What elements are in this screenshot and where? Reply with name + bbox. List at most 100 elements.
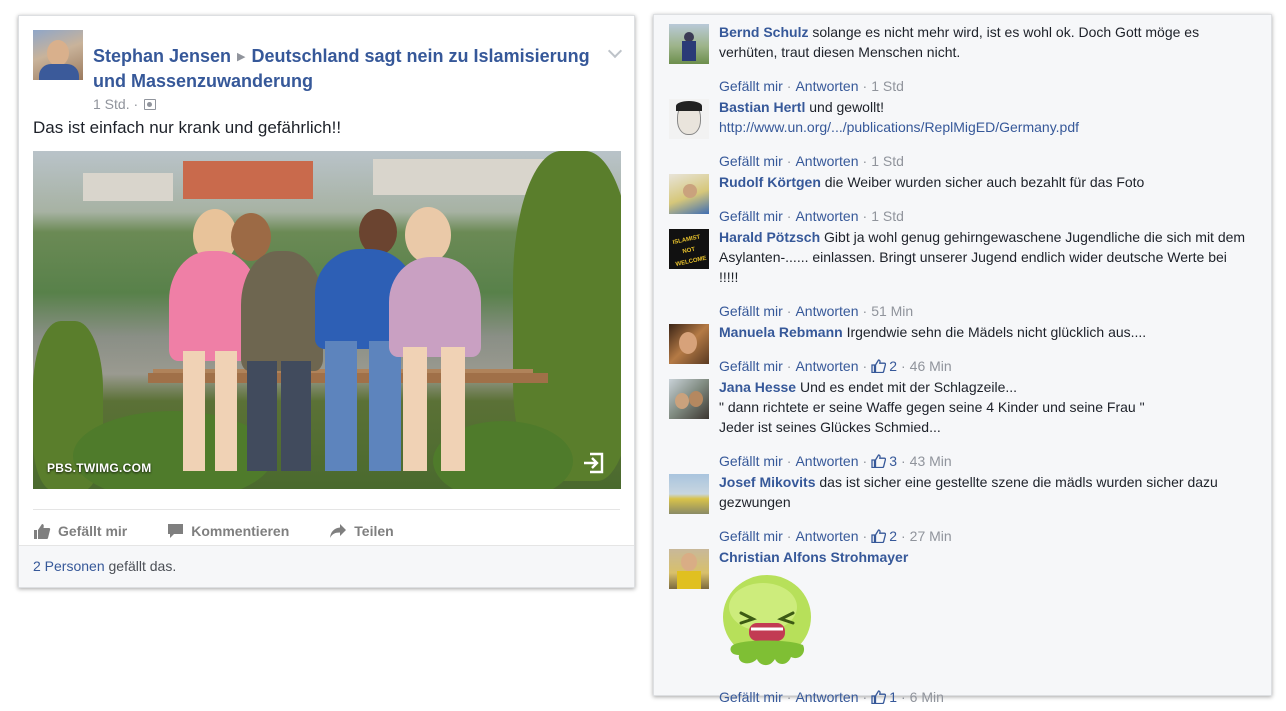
comment-author-link[interactable]: Manuela Rebmann bbox=[719, 324, 843, 340]
thumbs-up-icon bbox=[871, 454, 887, 468]
vomiting-sticker-icon[interactable] bbox=[719, 573, 819, 669]
post-action-bar: Gefällt mir Kommentieren Teilen bbox=[33, 518, 620, 544]
separator: · bbox=[900, 453, 906, 469]
comment-author-link[interactable]: Josef Mikovits bbox=[719, 474, 815, 490]
comment-body: Rudolf Körtgen die Weiber wurden sicher … bbox=[719, 172, 1247, 192]
comment-like-count[interactable]: 2 bbox=[871, 358, 897, 374]
comment-author-link[interactable]: Jana Hesse bbox=[719, 379, 796, 395]
author-name-link[interactable]: Stephan Jensen bbox=[93, 46, 231, 66]
thumbs-up-icon bbox=[871, 690, 887, 704]
separator: · bbox=[900, 528, 906, 544]
comment-text: und gewollt! bbox=[809, 99, 884, 115]
likes-people-link[interactable]: 2 Personen bbox=[33, 558, 105, 574]
comment-reply-link[interactable]: Antworten bbox=[795, 303, 858, 319]
comment-body: Jana Hesse Und es endet mit der Schlagze… bbox=[719, 377, 1247, 437]
comment-reply-link[interactable]: Antworten bbox=[795, 528, 858, 544]
comment-reply-link[interactable]: Antworten bbox=[795, 689, 858, 705]
comment-reply-link[interactable]: Antworten bbox=[795, 208, 858, 224]
comment-author-link[interactable]: Bastian Hertl bbox=[719, 99, 805, 115]
comment-reply-link[interactable]: Antworten bbox=[795, 78, 858, 94]
commenter-avatar[interactable] bbox=[669, 324, 709, 364]
author-avatar[interactable] bbox=[33, 30, 83, 80]
image-source-label: PBS.TWIMG.COM bbox=[47, 461, 152, 475]
like-count-value: 1 bbox=[889, 689, 897, 705]
comment-like-link[interactable]: Gefällt mir bbox=[719, 358, 783, 374]
comment-actions: Gefällt mir · Antworten · 2 · 27 Min bbox=[719, 528, 952, 544]
comment-icon bbox=[168, 524, 184, 538]
comment-actions: Gefällt mir · Antworten · 1 · 6 Min bbox=[719, 689, 944, 705]
likes-suffix: gefällt das. bbox=[104, 558, 177, 574]
audience-icon[interactable] bbox=[144, 99, 157, 110]
post-text: Das ist einfach nur krank und gefährlich… bbox=[33, 118, 342, 137]
comment-button[interactable]: Kommentieren bbox=[167, 518, 289, 544]
comment-like-link[interactable]: Gefällt mir bbox=[719, 208, 783, 224]
commenter-avatar[interactable] bbox=[669, 474, 709, 514]
like-button[interactable]: Gefällt mir bbox=[33, 518, 127, 544]
comment-like-count[interactable]: 3 bbox=[871, 453, 897, 469]
comment-body: Manuela Rebmann Irgendwie sehn die Mädel… bbox=[719, 322, 1247, 342]
commenter-avatar[interactable]: ISLAMIST NOT WELCOME bbox=[669, 229, 709, 269]
comment-reply-link[interactable]: Antworten bbox=[795, 358, 858, 374]
comment-text-line: " dann richtete er seine Waffe gegen sei… bbox=[719, 399, 1145, 415]
thumbs-up-icon bbox=[871, 529, 887, 543]
post-meta: 1 Std. · bbox=[93, 96, 157, 112]
post-title: Stephan Jensen ▶ Deutschland sagt nein zu … bbox=[93, 44, 613, 93]
comment-time[interactable]: 1 Std bbox=[871, 208, 904, 224]
comment-time[interactable]: 51 Min bbox=[871, 303, 913, 319]
comment-text: die Weiber wurden sicher auch bezahlt fü… bbox=[824, 174, 1145, 190]
commenter-avatar[interactable] bbox=[669, 99, 709, 139]
comment-actions: Gefällt mir · Antworten · 2 · 46 Min bbox=[719, 358, 952, 374]
comment-time[interactable]: 43 Min bbox=[910, 453, 952, 469]
comment-author-link[interactable]: Harald Pötzsch bbox=[719, 229, 820, 245]
comment-like-count[interactable]: 1 bbox=[871, 689, 897, 705]
comment-like-count[interactable]: 2 bbox=[871, 528, 897, 544]
separator: · bbox=[900, 689, 906, 705]
comment-like-link[interactable]: Gefällt mir bbox=[719, 528, 783, 544]
comment-button-label: Kommentieren bbox=[191, 523, 290, 539]
separator: · bbox=[786, 153, 792, 169]
like-count-value: 2 bbox=[889, 358, 897, 374]
like-count-value: 2 bbox=[889, 528, 897, 544]
separator: · bbox=[862, 153, 868, 169]
share-button-label: Teilen bbox=[354, 523, 394, 539]
separator: · bbox=[862, 78, 868, 94]
external-link-icon[interactable] bbox=[581, 451, 605, 475]
like-button-label: Gefällt mir bbox=[58, 523, 128, 539]
commenter-avatar[interactable] bbox=[669, 24, 709, 64]
comment-reply-link[interactable]: Antworten bbox=[795, 453, 858, 469]
comment-time[interactable]: 6 Min bbox=[910, 689, 944, 705]
post-image[interactable]: PBS.TWIMG.COM bbox=[33, 151, 621, 489]
comment-like-link[interactable]: Gefällt mir bbox=[719, 78, 783, 94]
commenter-avatar[interactable] bbox=[669, 174, 709, 214]
like-count-value: 3 bbox=[889, 453, 897, 469]
share-button[interactable]: Teilen bbox=[329, 518, 394, 544]
comment-author-link[interactable]: Rudolf Körtgen bbox=[719, 174, 821, 190]
comment-body: Bernd Schulz solange es nicht mehr wird,… bbox=[719, 22, 1247, 62]
post-timestamp[interactable]: 1 Std. bbox=[93, 96, 130, 112]
separator: · bbox=[862, 208, 868, 224]
avatar-badge-text: ISLAMIST NOT WELCOME bbox=[672, 234, 708, 268]
separator: · bbox=[862, 689, 868, 705]
comment-reply-link[interactable]: Antworten bbox=[795, 153, 858, 169]
thumbs-up-icon bbox=[34, 523, 51, 539]
comment-actions: Gefällt mir · Antworten · 1 Std bbox=[719, 78, 904, 94]
comment-time[interactable]: 46 Min bbox=[910, 358, 952, 374]
commenter-avatar[interactable] bbox=[669, 549, 709, 589]
separator: · bbox=[900, 358, 906, 374]
triangle-right-icon: ▶ bbox=[237, 51, 246, 63]
comment-author-link[interactable]: Bernd Schulz bbox=[719, 24, 808, 40]
comment-author-link[interactable]: Christian Alfons Strohmayer bbox=[719, 549, 908, 565]
separator: · bbox=[862, 358, 868, 374]
comment-time[interactable]: 1 Std bbox=[871, 153, 904, 169]
comment-text-line: Jeder ist seines Glückes Schmied... bbox=[719, 419, 941, 435]
comment-like-link[interactable]: Gefällt mir bbox=[719, 453, 783, 469]
comment-time[interactable]: 1 Std bbox=[871, 78, 904, 94]
comment-time[interactable]: 27 Min bbox=[910, 528, 952, 544]
comment-like-link[interactable]: Gefällt mir bbox=[719, 303, 783, 319]
separator: · bbox=[862, 453, 868, 469]
comment-like-link[interactable]: Gefällt mir bbox=[719, 689, 783, 705]
comment-url-link[interactable]: http://www.un.org/.../publications/ReplM… bbox=[719, 119, 1079, 135]
commenter-avatar[interactable] bbox=[669, 379, 709, 419]
comment-body: Harald Pötzsch Gibt ja wohl genug gehirn… bbox=[719, 227, 1247, 287]
comment-like-link[interactable]: Gefällt mir bbox=[719, 153, 783, 169]
